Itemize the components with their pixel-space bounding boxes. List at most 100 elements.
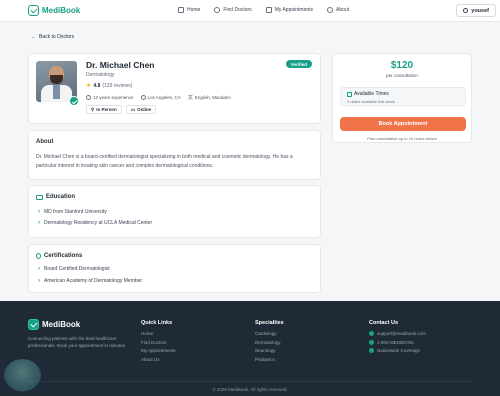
nav-find-doctors[interactable]: Find Doctors	[214, 7, 252, 13]
available-times-title: Available Times	[354, 91, 389, 97]
chevron-right-icon: ›	[38, 209, 40, 215]
mode-in-person-label: In Person	[96, 107, 117, 112]
brand-logo[interactable]: MediBook	[28, 5, 80, 16]
footer-divider	[28, 381, 472, 382]
specialties-title: Specialties	[255, 320, 284, 326]
back-to-doctors-link[interactable]: ← Back to Doctors	[31, 34, 74, 40]
logo-icon	[28, 319, 39, 330]
chevron-right-icon: ›	[38, 266, 40, 272]
about-title: About	[36, 139, 54, 145]
language-icon: 文	[187, 95, 193, 101]
calendar-icon	[265, 7, 272, 13]
verified-badge: Verified	[285, 60, 312, 68]
certification-item: Board Certified Dermatologist	[44, 266, 110, 272]
contact-phone[interactable]: 1-800-MEDIBOOK	[369, 339, 426, 345]
back-label: Back to Doctors	[39, 34, 75, 40]
price-unit: per consultation	[386, 73, 418, 78]
book-appointment-button[interactable]: Book Appointment	[340, 117, 466, 131]
footer-specialties: Specialties Cardiology Dermatology Neuro…	[255, 320, 284, 365]
watermark-logo	[4, 359, 41, 392]
copyright: © 2026 MediBook. All rights reserved.	[212, 387, 288, 392]
footer-description: Connecting patients with the best health…	[28, 336, 127, 348]
footer-link[interactable]: Home	[141, 331, 176, 336]
footer-brand-name: MediBook	[42, 320, 81, 329]
search-icon	[214, 7, 221, 13]
review-count: (139 reviews)	[102, 82, 133, 89]
nav-about[interactable]: About	[327, 7, 349, 13]
doctor-meta: 12 years experience Los Angeles, CA 文 Eng…	[86, 94, 231, 101]
footer-link[interactable]: About Us	[141, 357, 176, 362]
available-times-subtitle: 2 dates available this week	[347, 99, 395, 104]
nav-home-label: Home	[187, 7, 201, 13]
nav-my-appointments[interactable]: My Appointments	[265, 7, 314, 13]
graduation-cap-icon	[36, 194, 43, 200]
nav-find-doctors-label: Find Doctors	[223, 7, 252, 13]
clock-icon	[86, 95, 91, 100]
site-footer: MediBook Connecting patients with the be…	[0, 301, 500, 396]
footer-brand[interactable]: MediBook	[28, 319, 80, 330]
contact-email-text: support@medibook.com	[377, 331, 426, 336]
consultation-modes: ⚲ In Person ▭ Online	[86, 105, 157, 114]
list-item: › American Academy of Dermatology Member	[38, 278, 142, 284]
education-item: Dermatology Residency at UCLA Medical Ce…	[44, 220, 153, 226]
footer-link[interactable]: Cardiology	[255, 331, 284, 336]
mode-online: ▭ Online	[125, 105, 157, 114]
footer-link[interactable]: My Appointments	[141, 348, 176, 353]
location: Los Angeles, CA	[147, 95, 181, 100]
contact-email[interactable]: support@medibook.com	[369, 331, 426, 336]
certifications-header: Certifications	[36, 253, 82, 259]
mode-online-label: Online	[137, 107, 152, 112]
award-icon	[36, 253, 41, 259]
person-icon: ⚲	[91, 106, 95, 112]
education-card: Education › MD from Stanford University ›…	[28, 185, 321, 238]
quick-links-title: Quick Links	[141, 320, 173, 326]
doctor-rating: ★ 4.8 (139 reviews)	[86, 82, 133, 90]
top-navbar: MediBook Home Find Doctors My Appointmen…	[0, 0, 500, 22]
footer-quick-links: Quick Links Home Find Doctors My Appoint…	[141, 320, 176, 365]
education-item: MD from Stanford University	[44, 209, 107, 215]
experience: 12 years experience	[93, 95, 134, 100]
contact-coverage-text: Nationwide Coverage	[377, 348, 421, 353]
booking-card: $120 per consultation Available Times 2 …	[332, 53, 472, 143]
list-item: › Board Certified Dermatologist	[38, 266, 110, 272]
mail-icon	[369, 331, 374, 336]
doctor-profile-card: Dr. Michael Chen Dermatology Verified ★ …	[28, 53, 321, 124]
languages: English, Mandarin	[194, 95, 231, 100]
education-title: Education	[46, 194, 76, 200]
about-text: Dr. Michael Chen is a board-certified de…	[36, 154, 293, 169]
cancellation-note: Free cancellation up to 24 hours before	[367, 136, 437, 141]
chevron-right-icon: ›	[38, 220, 40, 226]
logo-icon	[28, 5, 39, 16]
footer-link[interactable]: Pediatrics	[255, 357, 284, 362]
contact-title: Contact Us	[369, 320, 399, 326]
main-nav: Home Find Doctors My Appointments About	[178, 7, 349, 13]
about-card: About Dr. Michael Chen is a board-certif…	[28, 130, 321, 180]
verified-check-icon	[69, 96, 79, 106]
certification-item: American Academy of Dermatology Member	[44, 278, 143, 284]
nav-about-label: About	[336, 7, 350, 13]
arrow-left-icon: ←	[31, 34, 36, 40]
nav-my-appointments-label: My Appointments	[274, 7, 314, 13]
doctor-name: Dr. Michael Chen	[86, 60, 155, 70]
star-icon: ★	[86, 83, 92, 89]
info-icon	[327, 7, 334, 13]
user-name: yousef	[471, 7, 489, 14]
brand-name: MediBook	[42, 6, 81, 15]
consultation-price: $120	[390, 60, 414, 71]
certifications-card: Certifications › Board Certified Dermatol…	[28, 244, 321, 293]
contact-coverage: Nationwide Coverage	[369, 348, 426, 353]
home-icon	[178, 7, 184, 13]
mode-in-person: ⚲ In Person	[86, 105, 122, 114]
chevron-right-icon: ›	[38, 278, 40, 284]
nav-home[interactable]: Home	[178, 7, 200, 13]
rating-value: 4.8	[93, 82, 101, 89]
location-pin-icon	[369, 348, 374, 353]
footer-link[interactable]: Find Doctors	[141, 340, 176, 345]
footer-link[interactable]: Neurology	[255, 348, 284, 353]
user-menu-button[interactable]: yousef	[456, 4, 496, 17]
doctor-specialty: Dermatology	[86, 72, 115, 78]
calendar-icon	[347, 91, 352, 97]
location-pin-icon	[140, 95, 146, 100]
footer-link[interactable]: Dermatology	[255, 340, 284, 345]
list-item: › MD from Stanford University	[38, 209, 107, 215]
